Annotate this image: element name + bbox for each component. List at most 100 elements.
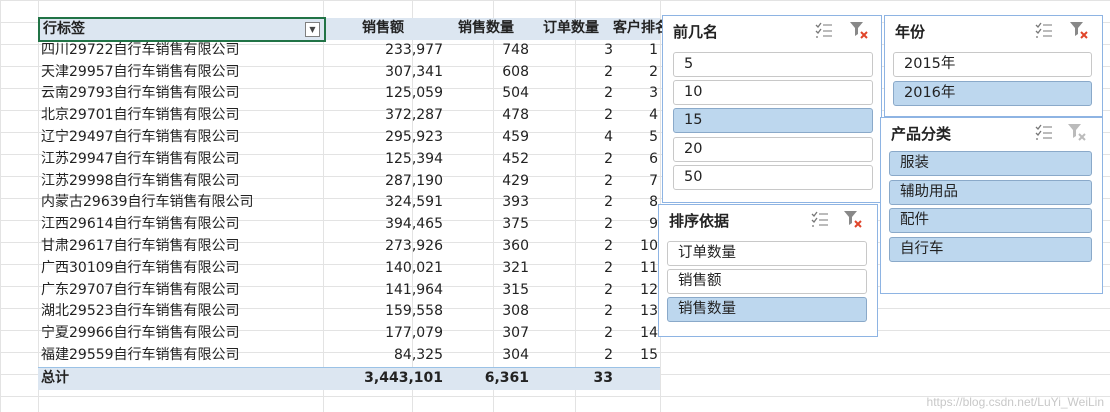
cell-orders[interactable]: 2	[529, 301, 613, 323]
clear-filter-icon[interactable]	[849, 20, 869, 40]
cell-name[interactable]: 北京29701自行车销售有限公司	[41, 105, 326, 127]
row-labels-header[interactable]: 行标签 ▼	[38, 17, 326, 42]
cell-rank[interactable]: 7	[613, 171, 658, 193]
cell-name[interactable]: 广西30109自行车销售有限公司	[41, 258, 326, 280]
multi-select-icon[interactable]	[815, 22, 833, 38]
cell-name[interactable]: 广东29707自行车销售有限公司	[41, 280, 326, 302]
cell-amount[interactable]: 324,591	[323, 192, 443, 214]
cell-orders[interactable]: 2	[529, 62, 613, 84]
cell-rank[interactable]: 4	[613, 105, 658, 127]
multi-select-icon[interactable]	[811, 211, 829, 227]
cell-amount[interactable]: 307,341	[323, 62, 443, 84]
cell-name[interactable]: 四川29722自行车销售有限公司	[41, 40, 326, 62]
cell-amount[interactable]: 233,977	[323, 40, 443, 62]
cell-orders[interactable]: 2	[529, 105, 613, 127]
cell-qty[interactable]: 360	[443, 236, 529, 258]
cell-orders[interactable]: 2	[529, 323, 613, 345]
slicer-item[interactable]: 50	[673, 164, 873, 190]
cell-amount[interactable]: 273,926	[323, 236, 443, 258]
filter-dropdown-icon[interactable]: ▼	[305, 22, 320, 37]
cell-rank[interactable]: 1	[613, 40, 658, 62]
slicer-item[interactable]: 自行车	[889, 236, 1092, 262]
cell-qty[interactable]: 452	[443, 149, 529, 171]
cell-rank[interactable]: 11	[613, 258, 658, 280]
cell-rank[interactable]: 8	[613, 192, 658, 214]
orders-header[interactable]: 订单数量	[529, 18, 613, 40]
cell-orders[interactable]: 2	[529, 149, 613, 171]
cell-qty[interactable]: 315	[443, 280, 529, 302]
cell-amount[interactable]: 84,325	[323, 345, 443, 367]
cell-rank[interactable]: 6	[613, 149, 658, 171]
cell-orders[interactable]: 2	[529, 214, 613, 236]
slicer-item[interactable]: 销售数量	[667, 297, 867, 323]
cell-qty[interactable]: 375	[443, 214, 529, 236]
slicer-item[interactable]: 2015年	[893, 52, 1092, 77]
cell-name[interactable]: 云南29793自行车销售有限公司	[41, 83, 326, 105]
cell-qty[interactable]: 608	[443, 62, 529, 84]
slicer-item[interactable]: 订单数量	[667, 241, 867, 266]
cell-name[interactable]: 湖北29523自行车销售有限公司	[41, 301, 326, 323]
slicer-item[interactable]: 辅助用品	[889, 179, 1092, 205]
cell-orders[interactable]: 2	[529, 345, 613, 367]
cell-orders[interactable]: 2	[529, 236, 613, 258]
cell-rank[interactable]: 9	[613, 214, 658, 236]
slicer-item[interactable]: 5	[673, 52, 873, 77]
cell-amount[interactable]: 140,021	[323, 258, 443, 280]
cell-rank[interactable]: 15	[613, 345, 658, 367]
cell-amount[interactable]: 394,465	[323, 214, 443, 236]
cell-qty[interactable]: 308	[443, 301, 529, 323]
cell-name[interactable]: 宁夏29966自行车销售有限公司	[41, 323, 326, 345]
cell-amount[interactable]: 125,394	[323, 149, 443, 171]
cell-amount[interactable]: 287,190	[323, 171, 443, 193]
cell-rank[interactable]: 10	[613, 236, 658, 258]
cell-orders[interactable]: 2	[529, 83, 613, 105]
cell-name[interactable]: 内蒙古29639自行车销售有限公司	[41, 192, 326, 214]
cell-qty[interactable]: 504	[443, 83, 529, 105]
slicer-item[interactable]: 20	[673, 136, 873, 162]
cell-qty[interactable]: 307	[443, 323, 529, 345]
multi-select-icon[interactable]	[1035, 124, 1053, 140]
cell-name[interactable]: 福建29559自行车销售有限公司	[41, 345, 326, 367]
slicer-item[interactable]: 销售额	[667, 269, 867, 295]
cell-orders[interactable]: 3	[529, 40, 613, 62]
rank-header[interactable]: 客户排名	[613, 18, 669, 40]
cell-name[interactable]: 天津29957自行车销售有限公司	[41, 62, 326, 84]
total-orders[interactable]: 33	[529, 368, 613, 390]
cell-amount[interactable]: 159,558	[323, 301, 443, 323]
cell-qty[interactable]: 393	[443, 192, 529, 214]
cell-rank[interactable]: 5	[613, 127, 658, 149]
cell-qty[interactable]: 429	[443, 171, 529, 193]
multi-select-icon[interactable]	[1035, 22, 1053, 38]
cell-name[interactable]: 江苏29998自行车销售有限公司	[41, 171, 326, 193]
cell-qty[interactable]: 478	[443, 105, 529, 127]
slicer-sortby[interactable]: 排序依据 订单数量 销售额 销售数量	[658, 204, 878, 337]
cell-rank[interactable]: 3	[613, 83, 658, 105]
cell-rank[interactable]: 2	[613, 62, 658, 84]
total-label[interactable]: 总计	[41, 368, 326, 390]
cell-rank[interactable]: 13	[613, 301, 658, 323]
cell-orders[interactable]: 2	[529, 192, 613, 214]
cell-name[interactable]: 辽宁29497自行车销售有限公司	[41, 127, 326, 149]
cell-orders[interactable]: 4	[529, 127, 613, 149]
cell-amount[interactable]: 372,287	[323, 105, 443, 127]
slicer-item[interactable]: 10	[673, 80, 873, 106]
slicer-item[interactable]: 配件	[889, 208, 1092, 233]
cell-amount[interactable]: 177,079	[323, 323, 443, 345]
cell-orders[interactable]: 2	[529, 280, 613, 302]
cell-qty[interactable]: 459	[443, 127, 529, 149]
slicer-item[interactable]: 2016年	[893, 80, 1092, 106]
slicer-category[interactable]: 产品分类 服装 辅助用品 配件 自行车	[880, 117, 1103, 294]
cell-qty[interactable]: 748	[443, 40, 529, 62]
slicer-item[interactable]: 服装	[889, 151, 1092, 176]
cell-qty[interactable]: 304	[443, 345, 529, 367]
cell-qty[interactable]: 321	[443, 258, 529, 280]
cell-rank[interactable]: 12	[613, 280, 658, 302]
clear-filter-icon[interactable]	[843, 209, 863, 229]
cell-name[interactable]: 江苏29947自行车销售有限公司	[41, 149, 326, 171]
cell-name[interactable]: 江西29614自行车销售有限公司	[41, 214, 326, 236]
cell-amount[interactable]: 295,923	[323, 127, 443, 149]
amount-header[interactable]: 销售额	[323, 18, 443, 40]
total-amount[interactable]: 3,443,101	[323, 368, 443, 390]
cell-amount[interactable]: 125,059	[323, 83, 443, 105]
slicer-item[interactable]: 15	[673, 108, 873, 134]
